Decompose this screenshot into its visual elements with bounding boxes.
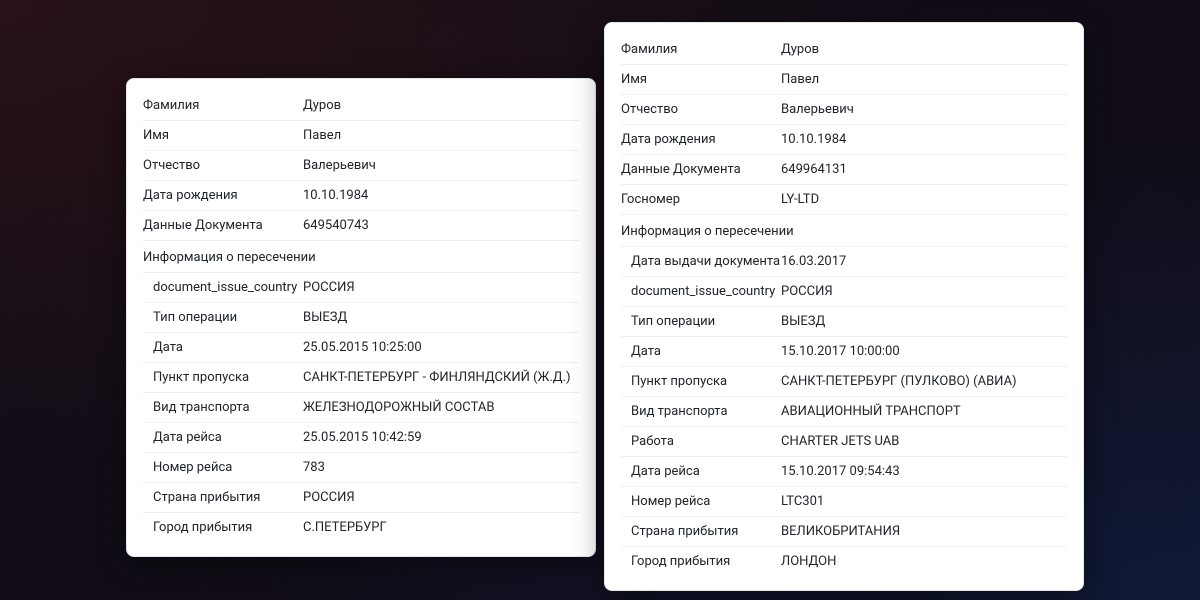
label-flight-date: Дата рейса [631,464,781,479]
label-work: Работа [631,434,781,449]
field-patronymic: Отчество Валерьевич [143,151,579,181]
field-flight-date: Дата рейса 25.05.2015 10:42:59 [143,423,579,453]
label-op-type: Тип операции [631,314,781,329]
field-doc-data: Данные Документа 649540743 [143,211,579,241]
section-crossing-info: Информация о пересечении [143,241,579,273]
field-dest-city: Город прибытия ЛОНДОН [621,547,1067,576]
value-dest-city: ЛОНДОН [781,554,1067,569]
value-dest-city: С.ПЕТЕРБУРГ [303,520,579,535]
value-checkpoint: САНКТ-ПЕТЕРБУРГ - ФИНЛЯНДСКИЙ (Ж.Д.) [303,370,579,385]
value-dob: 10.10.1984 [303,188,579,203]
value-dest-country: РОССИЯ [303,490,579,505]
label-name: Имя [621,72,781,87]
value-name: Павел [303,128,579,143]
field-plate: Госномер LY-LTD [621,185,1067,215]
field-dob: Дата рождения 10.10.1984 [143,181,579,211]
label-plate: Госномер [621,192,781,207]
field-doc-issue-country: document_issue_country РОССИЯ [143,273,579,303]
value-date: 15.10.2017 10:00:00 [781,344,1067,359]
field-flight-no: Номер рейса LTC301 [621,487,1067,517]
value-surname: Дуров [303,98,579,113]
value-doc-issue-country: РОССИЯ [781,284,1067,299]
field-dob: Дата рождения 10.10.1984 [621,125,1067,155]
field-surname: Фамилия Дуров [143,91,579,121]
label-patronymic: Отчество [143,158,303,173]
field-patronymic: Отчество Валерьевич [621,95,1067,125]
value-dob: 10.10.1984 [781,132,1067,147]
field-doc-issue-country: document_issue_country РОССИЯ [621,277,1067,307]
label-patronymic: Отчество [621,102,781,117]
value-transport: ЖЕЛЕЗНОДОРОЖНЫЙ СОСТАВ [303,400,579,415]
value-doc-data: 649964131 [781,162,1067,177]
crossing-details: Дата выдачи документа 16.03.2017 documen… [621,247,1067,576]
value-surname: Дуров [781,42,1067,57]
field-dest-country: Страна прибытия ВЕЛИКОБРИТАНИЯ [621,517,1067,547]
field-work: Работа CHARTER JETS UAB [621,427,1067,457]
record-card-left: Фамилия Дуров Имя Павел Отчество Валерье… [126,78,596,557]
label-op-type: Тип операции [153,310,303,325]
label-doc-issue-country: document_issue_country [153,280,303,295]
label-checkpoint: Пункт пропуска [153,370,303,385]
field-doc-issue-date: Дата выдачи документа 16.03.2017 [621,247,1067,277]
record-card-right: Фамилия Дуров Имя Павел Отчество Валерье… [604,22,1084,591]
value-flight-no: LTC301 [781,494,1067,509]
label-name: Имя [143,128,303,143]
field-flight-no: Номер рейса 783 [143,453,579,483]
value-dest-country: ВЕЛИКОБРИТАНИЯ [781,524,1067,539]
label-dest-city: Город прибытия [153,520,303,535]
value-patronymic: Валерьевич [303,158,579,173]
label-doc-data: Данные Документа [143,218,303,233]
field-name: Имя Павел [143,121,579,151]
section-crossing-info: Информация о пересечении [621,215,1067,247]
field-surname: Фамилия Дуров [621,35,1067,65]
label-doc-issue-date: Дата выдачи документа [631,254,781,269]
value-op-type: ВЫЕЗД [781,314,1067,329]
label-doc-data: Данные Документа [621,162,781,177]
value-checkpoint: САНКТ-ПЕТЕРБУРГ (ПУЛКОВО) (АВИА) [781,374,1067,389]
field-dest-city: Город прибытия С.ПЕТЕРБУРГ [143,513,579,542]
field-dest-country: Страна прибытия РОССИЯ [143,483,579,513]
label-flight-no: Номер рейса [153,460,303,475]
value-doc-issue-country: РОССИЯ [303,280,579,295]
value-doc-data: 649540743 [303,218,579,233]
field-checkpoint: Пункт пропуска САНКТ-ПЕТЕРБУРГ - ФИНЛЯНД… [143,363,579,393]
label-dob: Дата рождения [143,188,303,203]
value-date: 25.05.2015 10:25:00 [303,340,579,355]
crossing-details: document_issue_country РОССИЯ Тип операц… [143,273,579,542]
value-work: CHARTER JETS UAB [781,434,1067,449]
label-transport: Вид транспорта [631,404,781,419]
label-flight-no: Номер рейса [631,494,781,509]
field-flight-date: Дата рейса 15.10.2017 09:54:43 [621,457,1067,487]
field-op-type: Тип операции ВЫЕЗД [621,307,1067,337]
field-checkpoint: Пункт пропуска САНКТ-ПЕТЕРБУРГ (ПУЛКОВО)… [621,367,1067,397]
field-name: Имя Павел [621,65,1067,95]
label-dest-country: Страна прибытия [153,490,303,505]
field-op-type: Тип операции ВЫЕЗД [143,303,579,333]
field-transport: Вид транспорта ЖЕЛЕЗНОДОРОЖНЫЙ СОСТАВ [143,393,579,423]
label-surname: Фамилия [143,98,303,113]
value-flight-date: 15.10.2017 09:54:43 [781,464,1067,479]
label-surname: Фамилия [621,42,781,57]
label-date: Дата [153,340,303,355]
value-name: Павел [781,72,1067,87]
value-op-type: ВЫЕЗД [303,310,579,325]
value-flight-no: 783 [303,460,579,475]
label-date: Дата [631,344,781,359]
value-doc-issue-date: 16.03.2017 [781,254,1067,269]
value-patronymic: Валерьевич [781,102,1067,117]
label-dest-city: Город прибытия [631,554,781,569]
field-doc-data: Данные Документа 649964131 [621,155,1067,185]
value-flight-date: 25.05.2015 10:42:59 [303,430,579,445]
field-date: Дата 15.10.2017 10:00:00 [621,337,1067,367]
label-dest-country: Страна прибытия [631,524,781,539]
label-flight-date: Дата рейса [153,430,303,445]
field-date: Дата 25.05.2015 10:25:00 [143,333,579,363]
value-plate: LY-LTD [781,192,1067,207]
value-transport: АВИАЦИОННЫЙ ТРАНСПОРТ [781,404,1067,419]
field-transport: Вид транспорта АВИАЦИОННЫЙ ТРАНСПОРТ [621,397,1067,427]
label-doc-issue-country: document_issue_country [631,284,781,299]
label-dob: Дата рождения [621,132,781,147]
label-checkpoint: Пункт пропуска [631,374,781,389]
label-transport: Вид транспорта [153,400,303,415]
